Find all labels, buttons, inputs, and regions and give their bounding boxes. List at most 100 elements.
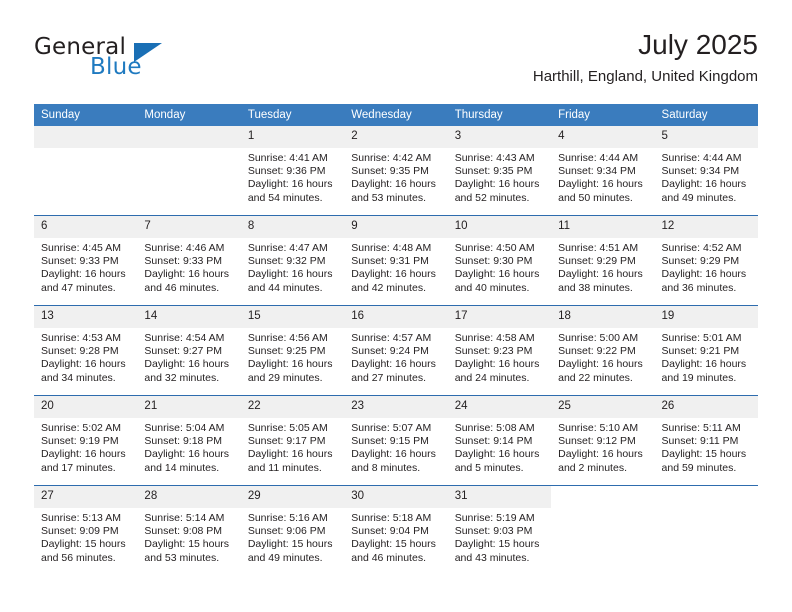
day-number: 22 [240,396,345,418]
daylight-text-line2: and 54 minutes. [247,191,323,204]
daylight-text-line1: Daylight: 16 hours [247,268,333,281]
day-number: 27 [34,486,138,508]
daylight-text-line1: Daylight: 15 hours [41,538,126,551]
day-number: 12 [654,216,758,238]
daylight-text-line2: and 17 minutes. [41,461,116,474]
day-cell [137,126,241,216]
day-cell[interactable]: 11 Sunrise: 4:51 AM Sunset: 9:29 PM Dayl… [551,215,655,306]
day-cell[interactable]: 6 Sunrise: 4:45 AM Sunset: 9:33 PM Dayli… [34,215,138,306]
day-info: Sunrise: 4:44 AM Sunset: 9:34 PM Dayligh… [655,148,758,205]
daylight-text-line1: Daylight: 16 hours [558,178,643,191]
day-info: Sunrise: 5:18 AM Sunset: 9:04 PM Dayligh… [344,508,447,565]
day-cell[interactable]: 20 Sunrise: 5:02 AM Sunset: 9:19 PM Dayl… [34,395,138,486]
daylight-text-line1: Daylight: 16 hours [41,448,126,461]
day-cell[interactable]: 9 Sunrise: 4:48 AM Sunset: 9:31 PM Dayli… [344,215,448,306]
sunrise-text: Sunrise: 5:14 AM [144,512,225,524]
daylight-text-line2: and 52 minutes. [454,191,530,204]
day-number: 17 [447,306,552,328]
daylight-text-line2: and 11 minutes. [247,461,322,474]
daylight-text-line1: Daylight: 16 hours [351,178,436,191]
day-cell[interactable]: 2 Sunrise: 4:42 AM Sunset: 9:35 PM Dayli… [344,126,448,216]
day-number [654,486,758,508]
day-cell[interactable]: 14 Sunrise: 4:54 AM Sunset: 9:27 PM Dayl… [137,305,241,396]
brand-logo[interactable]: General Blue [34,34,234,90]
day-number [34,126,138,148]
day-cell[interactable]: 23 Sunrise: 5:07 AM Sunset: 9:15 PM Dayl… [344,395,448,486]
sunset-text: Sunset: 9:35 PM [454,165,533,178]
sunset-text: Sunset: 9:28 PM [41,345,119,358]
day-cell[interactable]: 12 Sunrise: 4:52 AM Sunset: 9:29 PM Dayl… [654,215,758,306]
day-cell[interactable]: 27 Sunrise: 5:13 AM Sunset: 9:09 PM Dayl… [34,485,138,575]
day-cell[interactable]: 30 Sunrise: 5:18 AM Sunset: 9:04 PM Dayl… [344,485,448,575]
sunrise-text: Sunrise: 5:11 AM [661,422,741,434]
day-cell[interactable]: 25 Sunrise: 5:10 AM Sunset: 9:12 PM Dayl… [551,395,655,486]
sunset-text: Sunset: 9:09 PM [41,525,119,538]
sunset-text: Sunset: 9:12 PM [558,435,636,448]
day-info: Sunrise: 5:05 AM Sunset: 9:17 PM Dayligh… [241,418,344,475]
daylight-text-line2: and 53 minutes. [351,191,426,204]
daylight-text-line1: Daylight: 16 hours [558,268,643,281]
sunset-text: Sunset: 9:21 PM [661,345,740,358]
daylight-text-line1: Daylight: 16 hours [144,448,230,461]
day-cell[interactable]: 24 Sunrise: 5:08 AM Sunset: 9:14 PM Dayl… [447,395,552,486]
daylight-text-line1: Daylight: 16 hours [247,448,333,461]
daylight-text-line1: Daylight: 16 hours [661,358,747,371]
day-number: 14 [137,306,241,328]
day-cell[interactable]: 16 Sunrise: 4:57 AM Sunset: 9:24 PM Dayl… [344,305,448,396]
day-cell[interactable]: 15 Sunrise: 4:56 AM Sunset: 9:25 PM Dayl… [240,305,345,396]
page-title: July 2025 [638,29,758,60]
weekday-header-sunday: Sunday [34,104,138,126]
sunrise-text: Sunrise: 4:44 AM [558,152,639,164]
day-cell[interactable]: 22 Sunrise: 5:05 AM Sunset: 9:17 PM Dayl… [240,395,345,486]
day-cell[interactable]: 18 Sunrise: 5:00 AM Sunset: 9:22 PM Dayl… [551,305,655,396]
sunrise-text: Sunrise: 4:56 AM [247,332,328,344]
sunset-text: Sunset: 9:32 PM [247,255,326,268]
day-cell[interactable]: 5 Sunrise: 4:44 AM Sunset: 9:34 PM Dayli… [654,126,758,216]
sunset-text: Sunset: 9:25 PM [247,345,326,358]
daylight-text-line2: and 56 minutes. [41,551,116,564]
sunrise-text: Sunrise: 4:47 AM [247,242,328,254]
day-cell[interactable]: 8 Sunrise: 4:47 AM Sunset: 9:32 PM Dayli… [240,215,345,306]
daylight-text-line1: Daylight: 16 hours [41,358,126,371]
sunset-text: Sunset: 9:35 PM [351,165,429,178]
day-info: Sunrise: 4:54 AM Sunset: 9:27 PM Dayligh… [137,328,240,385]
weekday-header-thursday: Thursday [447,104,552,126]
day-number: 20 [34,396,138,418]
day-info: Sunrise: 4:57 AM Sunset: 9:24 PM Dayligh… [344,328,447,385]
day-cell[interactable]: 4 Sunrise: 4:44 AM Sunset: 9:34 PM Dayli… [551,126,655,216]
day-cell [654,485,758,575]
day-cell[interactable]: 29 Sunrise: 5:16 AM Sunset: 9:06 PM Dayl… [240,485,345,575]
sunset-text: Sunset: 9:23 PM [454,345,533,358]
day-info: Sunrise: 5:07 AM Sunset: 9:15 PM Dayligh… [344,418,447,475]
daylight-text-line2: and 43 minutes. [454,551,530,564]
sunrise-text: Sunrise: 5:10 AM [558,422,639,434]
daylight-text-line2: and 34 minutes. [41,371,116,384]
sunrise-text: Sunrise: 5:00 AM [558,332,639,344]
day-cell[interactable]: 26 Sunrise: 5:11 AM Sunset: 9:11 PM Dayl… [654,395,758,486]
day-cell[interactable]: 19 Sunrise: 5:01 AM Sunset: 9:21 PM Dayl… [654,305,758,396]
day-number: 10 [447,216,552,238]
day-cell[interactable]: 28 Sunrise: 5:14 AM Sunset: 9:08 PM Dayl… [137,485,241,575]
day-info: Sunrise: 4:58 AM Sunset: 9:23 PM Dayligh… [448,328,551,385]
calendar-week-row: 13 Sunrise: 4:53 AM Sunset: 9:28 PM Dayl… [34,305,758,396]
sunset-text: Sunset: 9:14 PM [454,435,533,448]
day-cell[interactable]: 31 Sunrise: 5:19 AM Sunset: 9:03 PM Dayl… [447,485,552,575]
day-cell[interactable]: 3 Sunrise: 4:43 AM Sunset: 9:35 PM Dayli… [447,126,552,216]
daylight-text-line1: Daylight: 16 hours [661,268,747,281]
day-cell[interactable]: 13 Sunrise: 4:53 AM Sunset: 9:28 PM Dayl… [34,305,138,396]
day-number: 25 [551,396,655,418]
sunset-text: Sunset: 9:33 PM [41,255,119,268]
sunset-text: Sunset: 9:08 PM [144,525,223,538]
day-cell[interactable]: 1 Sunrise: 4:41 AM Sunset: 9:36 PM Dayli… [240,126,345,216]
daylight-text-line1: Daylight: 16 hours [351,358,436,371]
sunrise-text: Sunrise: 5:19 AM [454,512,535,524]
day-cell[interactable]: 17 Sunrise: 4:58 AM Sunset: 9:23 PM Dayl… [447,305,552,396]
sunrise-text: Sunrise: 4:58 AM [454,332,535,344]
day-cell [551,485,655,575]
sunset-text: Sunset: 9:34 PM [558,165,636,178]
daylight-text-line2: and 5 minutes. [454,461,524,474]
day-cell[interactable]: 7 Sunrise: 4:46 AM Sunset: 9:33 PM Dayli… [137,215,241,306]
day-cell[interactable]: 10 Sunrise: 4:50 AM Sunset: 9:30 PM Dayl… [447,215,552,306]
day-number: 29 [240,486,345,508]
day-cell[interactable]: 21 Sunrise: 5:04 AM Sunset: 9:18 PM Dayl… [137,395,241,486]
